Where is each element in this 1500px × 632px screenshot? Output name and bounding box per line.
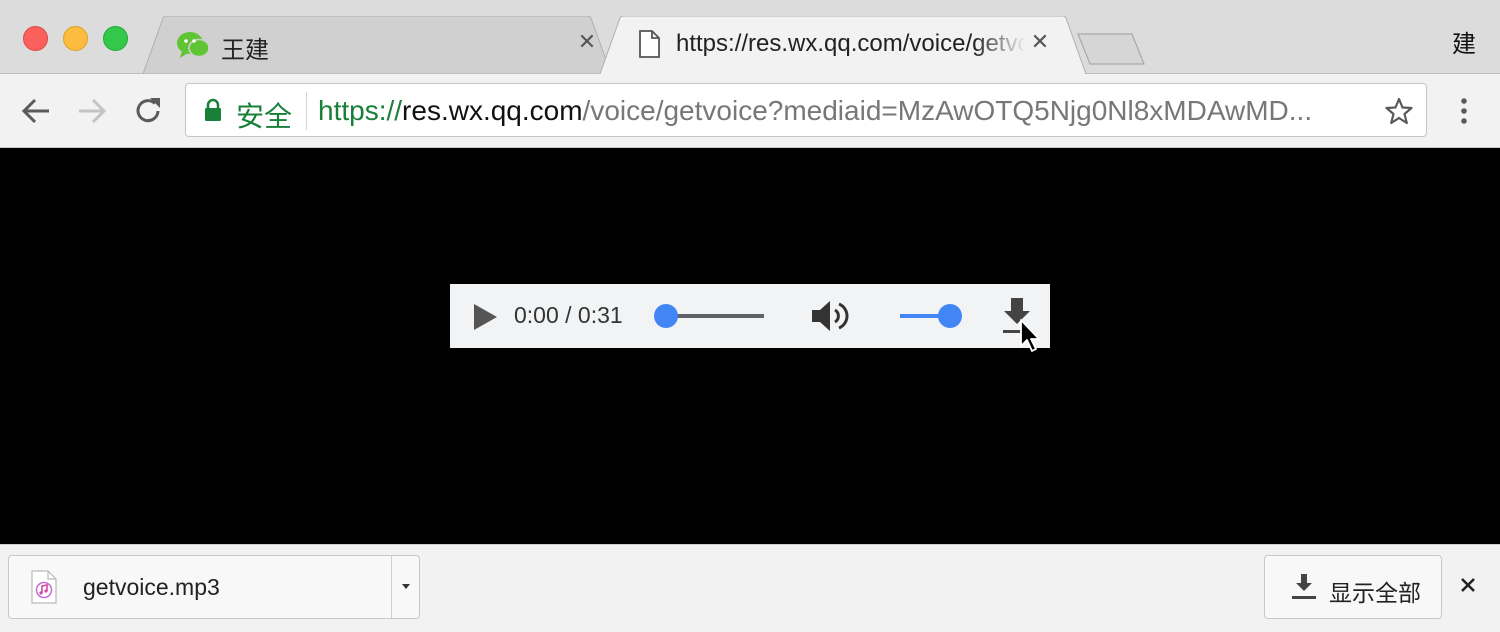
- volume-icon[interactable]: [810, 298, 850, 334]
- download-icon: [1292, 574, 1316, 599]
- zoom-window-button[interactable]: [103, 26, 128, 51]
- close-tab-icon[interactable]: ✕: [1028, 30, 1052, 54]
- tab-voice-active[interactable]: https://res.wx.qq.com/voice/getvoice ✕: [600, 16, 1086, 74]
- forward-arrow-icon[interactable]: [75, 94, 109, 128]
- tab-wechat[interactable]: 王建 ✕: [143, 16, 613, 74]
- profile-button[interactable]: 建: [1452, 24, 1476, 59]
- toolbar: 安全 https://res.wx.qq.com/voice/getvoice?…: [0, 74, 1500, 148]
- audio-player: 0:00 / 0:31: [450, 284, 1050, 348]
- url-path: /voice/getvoice?mediaid=MzAwOTQ5Njg0Nl8x…: [582, 95, 1313, 126]
- wechat-icon: [177, 32, 210, 58]
- mouse-cursor-icon: [1020, 319, 1040, 352]
- url-host: res.wx.qq.com: [402, 95, 583, 126]
- minimize-window-button[interactable]: [63, 26, 88, 51]
- url-text[interactable]: https://res.wx.qq.com/voice/getvoice?med…: [318, 95, 1358, 127]
- menu-kebab-icon[interactable]: [1454, 96, 1474, 126]
- close-window-button[interactable]: [23, 26, 48, 51]
- time-display: 0:00 / 0:31: [514, 302, 623, 328]
- chevron-down-icon[interactable]: [397, 574, 415, 598]
- divider: [391, 556, 392, 618]
- music-file-icon: [31, 570, 57, 604]
- close-icon[interactable]: [1456, 573, 1480, 597]
- close-tab-icon[interactable]: ✕: [575, 30, 599, 54]
- new-tab-button[interactable]: [1076, 32, 1146, 66]
- url-scheme: https://: [318, 95, 403, 126]
- back-arrow-icon[interactable]: [19, 94, 53, 128]
- download-file-name: getvoice.mp3: [83, 574, 220, 600]
- address-bar[interactable]: 安全 https://res.wx.qq.com/voice/getvoice?…: [185, 83, 1427, 137]
- seek-bar[interactable]: [664, 314, 764, 318]
- divider: [306, 92, 307, 130]
- tab-title: https://res.wx.qq.com/voice/getvoice: [676, 30, 1026, 57]
- star-icon[interactable]: [1384, 96, 1414, 126]
- download-item[interactable]: getvoice.mp3: [8, 555, 420, 619]
- volume-thumb[interactable]: [938, 304, 962, 328]
- document-icon: [639, 30, 660, 58]
- tab-title: 王建: [221, 37, 269, 64]
- secure-label[interactable]: 安全: [236, 95, 292, 135]
- reload-icon[interactable]: [131, 94, 165, 128]
- tab-strip: 王建 ✕ https://res.wx.qq.com/voice/getvoic…: [0, 0, 1500, 74]
- seek-thumb[interactable]: [654, 304, 678, 328]
- page-content: 0:00 / 0:31: [0, 149, 1500, 544]
- show-all-downloads-button[interactable]: 显示全部: [1264, 555, 1442, 619]
- play-icon[interactable]: [472, 303, 498, 331]
- show-all-label: 显示全部: [1329, 580, 1421, 606]
- lock-icon: [205, 98, 221, 121]
- download-shelf: getvoice.mp3 显示全部: [0, 544, 1500, 632]
